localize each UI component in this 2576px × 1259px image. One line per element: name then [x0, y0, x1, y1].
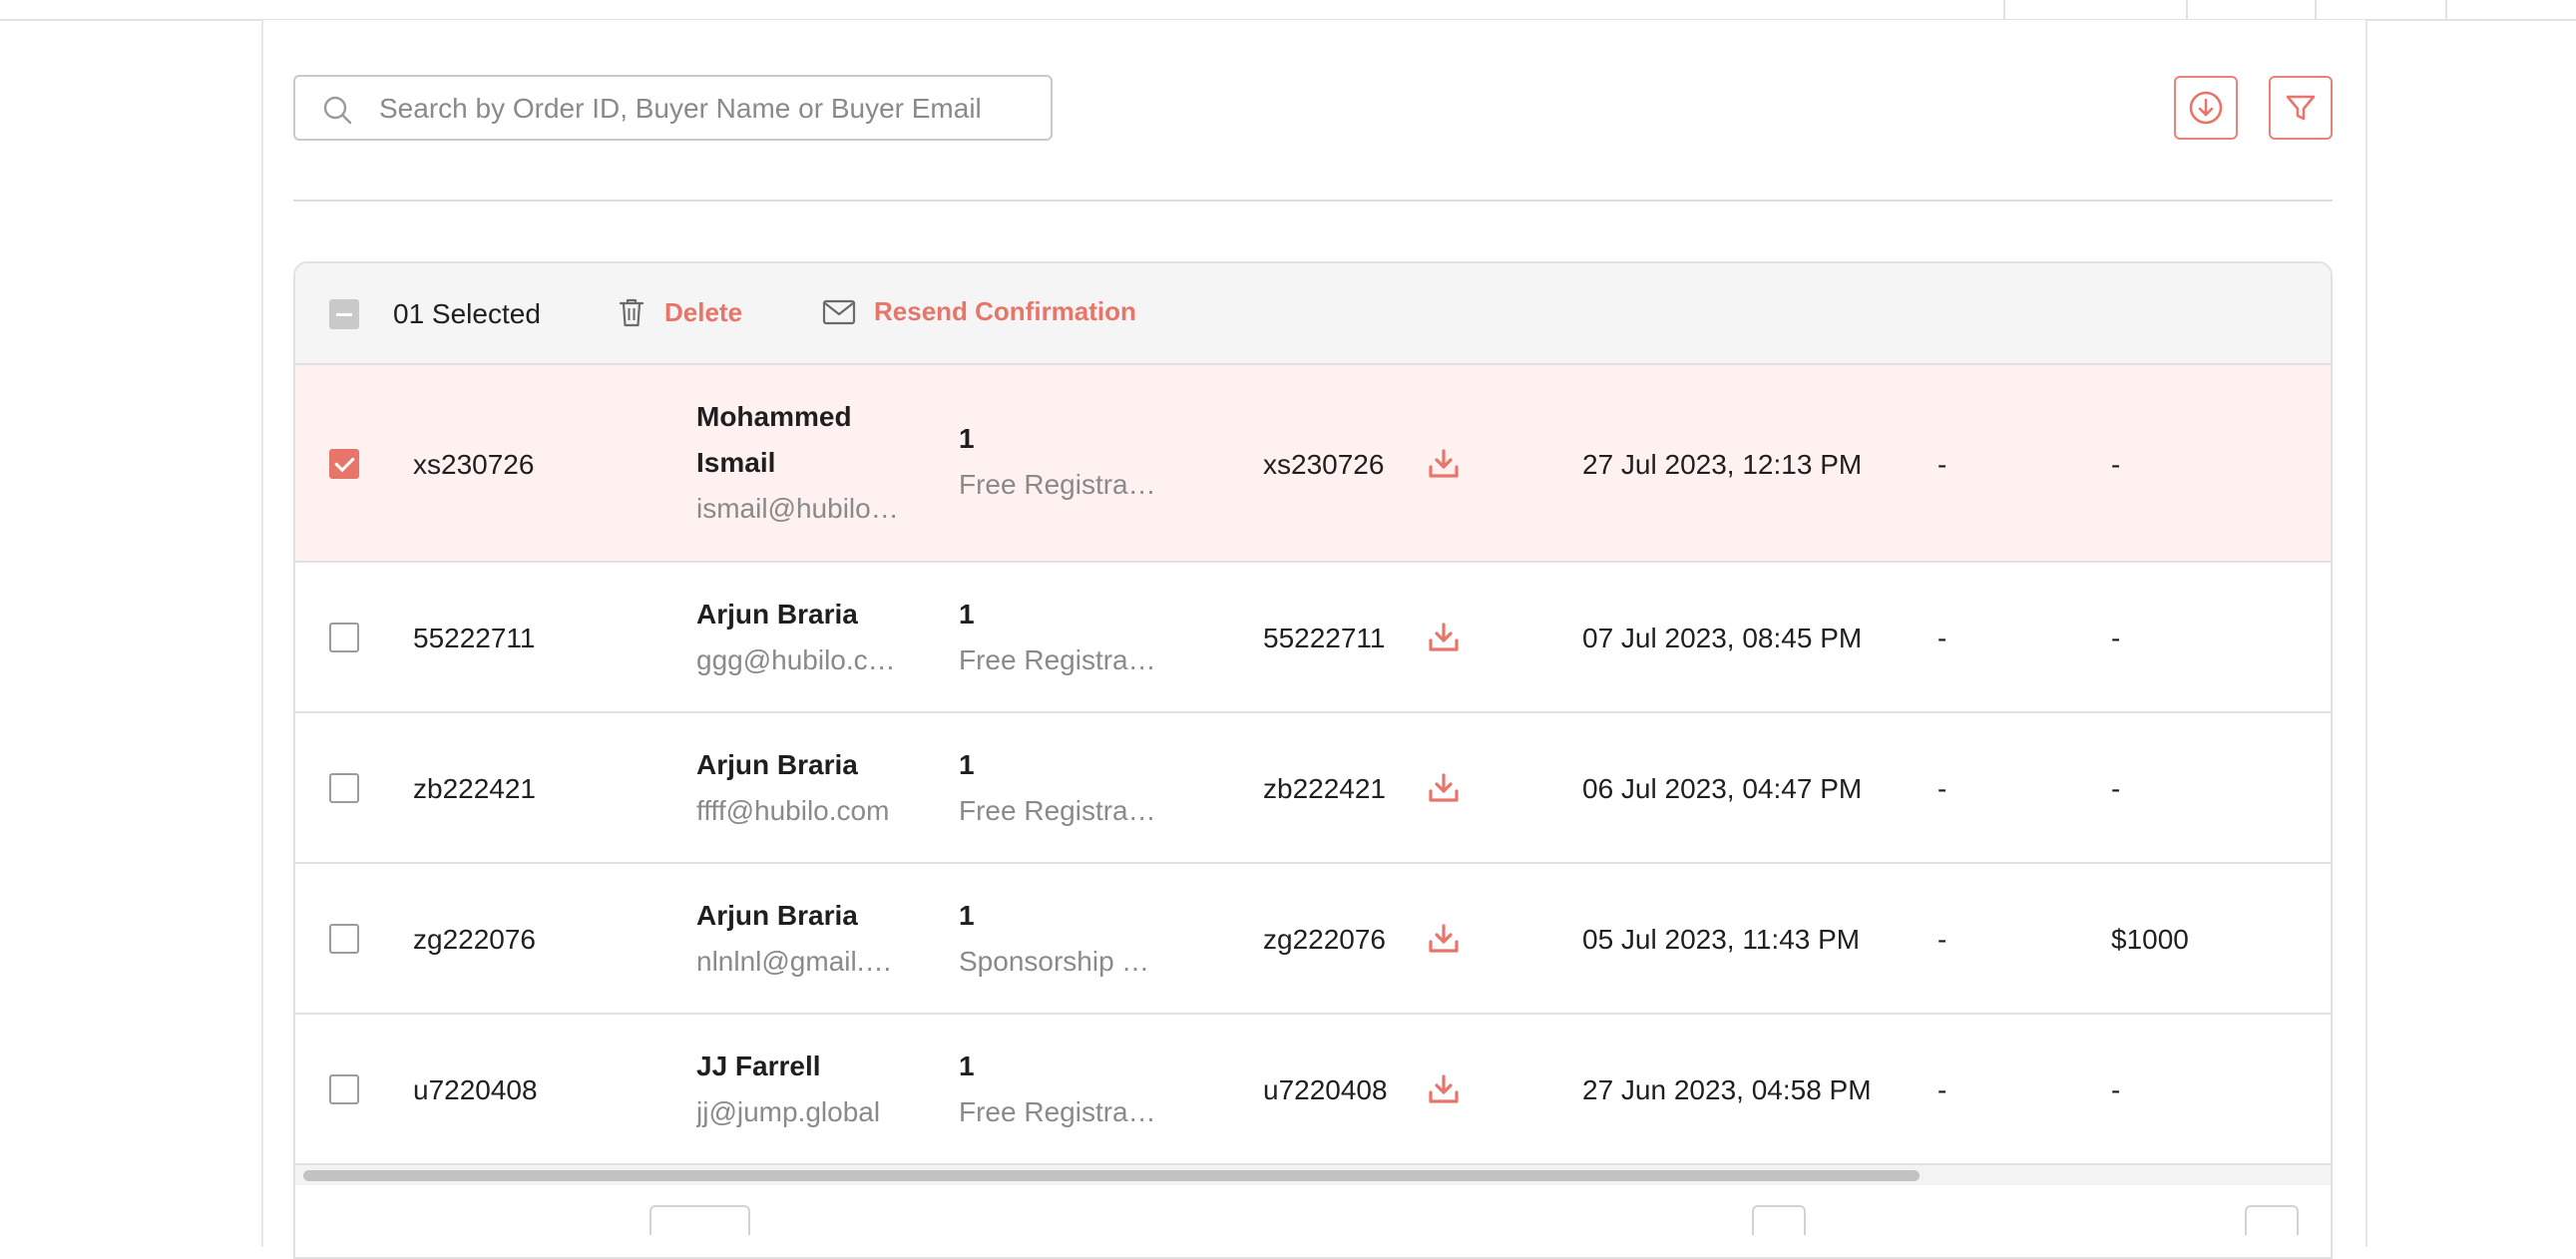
order-id: 55222711	[413, 623, 536, 653]
order-reference: zb222421	[1263, 773, 1387, 804]
ticket-quantity: 1	[959, 1050, 975, 1081]
ticket-name: Free Registration	[959, 1096, 1158, 1127]
amount: -	[2111, 623, 2121, 653]
ticket-name: Free Registration	[959, 644, 1158, 675]
top-bar-divider	[2445, 0, 2447, 20]
order-id: xs230726	[413, 449, 535, 480]
table-row[interactable]: 55222711 Arjun Braria ggg@hubilo.com 1 F…	[295, 563, 2331, 713]
buyer-email: ffff@hubilo.com	[696, 795, 890, 826]
download-invoice-icon[interactable]	[1427, 447, 1461, 481]
buyer-name: JJ Farrell	[696, 1050, 821, 1081]
pagination-prev-button[interactable]	[1752, 1205, 1806, 1235]
order-date: 06 Jul 2023, 04:47 PM	[1582, 773, 1863, 804]
order-reference: xs230726	[1263, 449, 1385, 480]
table-row[interactable]: zb222421 Arjun Braria ffff@hubilo.com 1 …	[295, 713, 2331, 864]
pagination-next-button[interactable]	[2245, 1205, 2299, 1235]
search-icon	[323, 96, 352, 125]
mail-icon	[822, 299, 856, 324]
amount: -	[2111, 773, 2121, 804]
ticket-quantity: 1	[959, 599, 975, 630]
amount: $1000	[2111, 924, 2189, 955]
buyer-email: ggg@hubilo.com	[696, 644, 900, 675]
order-reference: u7220408	[1263, 1074, 1388, 1105]
ticket-name: Sponsorship Ticket	[959, 946, 1158, 977]
resend-confirmation-label: Resend Confirmation	[874, 296, 1136, 326]
filter-button[interactable]	[2269, 76, 2333, 140]
selected-count: 01 Selected	[393, 298, 541, 329]
amount: -	[2111, 449, 2121, 480]
buyer-name: Arjun Braria	[696, 599, 858, 630]
download-circle-icon	[2189, 91, 2223, 125]
order-id: zg222076	[413, 924, 537, 955]
top-bar-divider	[2003, 0, 2005, 20]
search-input[interactable]	[379, 87, 1028, 131]
ticket-quantity: 1	[959, 749, 975, 780]
selection-header: 01 Selected Delete Resend Confirmation	[295, 263, 2331, 365]
buyer-name: Arjun Braria	[696, 749, 858, 780]
amount: -	[2111, 1074, 2121, 1105]
select-all-checkbox[interactable]	[329, 299, 359, 329]
buyer-email: jj@jump.global	[696, 1096, 881, 1127]
top-bar-divider	[2315, 0, 2317, 20]
order-date: 27 Jul 2023, 12:13 PM	[1582, 449, 1863, 480]
table-row[interactable]: u7220408 JJ Farrell jj@jump.global 1 Fre…	[295, 1015, 2331, 1165]
buyer-name: Arjun Braria	[696, 900, 858, 931]
order-reference: 55222711	[1263, 623, 1386, 653]
download-invoice-icon[interactable]	[1427, 1072, 1461, 1106]
search-box[interactable]	[293, 75, 1053, 141]
filter-icon	[2286, 95, 2316, 121]
ticket-name: Free Registration	[959, 469, 1158, 500]
order-id: u7220408	[413, 1074, 538, 1105]
table-row[interactable]: zg222076 Arjun Braria nlnlnl@gmail.com 1…	[295, 864, 2331, 1015]
rows-per-page-select[interactable]	[649, 1205, 750, 1235]
buyer-name-line-2: Ismail	[696, 447, 776, 478]
buyer-name: Mohammed	[696, 401, 852, 432]
top-bar	[0, 0, 2576, 21]
order-reference: zg222076	[1263, 924, 1387, 955]
ticket-quantity: 1	[959, 423, 975, 454]
download-invoice-icon[interactable]	[1427, 922, 1461, 956]
resend-confirmation-button[interactable]: Resend Confirmation	[822, 296, 1136, 327]
top-bar-divider	[2186, 0, 2188, 20]
horizontal-scrollbar[interactable]	[295, 1165, 2331, 1185]
order-date: 27 Jun 2023, 04:58 PM	[1582, 1074, 1872, 1105]
column-a-value: -	[1937, 623, 1947, 653]
ticket-quantity: 1	[959, 900, 975, 931]
download-invoice-icon[interactable]	[1427, 771, 1461, 805]
order-date: 07 Jul 2023, 08:45 PM	[1582, 623, 1863, 653]
row-checkbox[interactable]	[329, 773, 359, 803]
buyer-email: ismail@hubilo.com	[696, 493, 900, 524]
table-row[interactable]: xs230726 Mohammed Ismail ismail@hubilo.c…	[295, 365, 2331, 563]
row-checkbox[interactable]	[329, 623, 359, 652]
download-invoice-icon[interactable]	[1427, 621, 1461, 654]
ticket-name: Free Registration	[959, 795, 1158, 826]
orders-table: 01 Selected Delete Resend Confirmation x…	[293, 261, 2333, 1259]
column-a-value: -	[1937, 924, 1947, 955]
buyer-email: nlnlnl@gmail.com	[696, 946, 900, 977]
delete-label: Delete	[664, 296, 743, 327]
scrollbar-thumb[interactable]	[303, 1170, 1920, 1181]
row-checkbox[interactable]	[329, 1074, 359, 1104]
delete-button[interactable]: Delete	[617, 296, 742, 328]
column-a-value: -	[1937, 449, 1947, 480]
row-checkbox[interactable]	[329, 924, 359, 954]
column-a-value: -	[1937, 1074, 1947, 1105]
download-button[interactable]	[2174, 76, 2238, 140]
order-id: zb222421	[413, 773, 537, 804]
trash-icon	[619, 298, 644, 327]
column-a-value: -	[1937, 773, 1947, 804]
row-checkbox[interactable]	[329, 449, 359, 479]
section-divider	[293, 200, 2333, 202]
order-date: 05 Jul 2023, 11:43 PM	[1582, 924, 1861, 955]
